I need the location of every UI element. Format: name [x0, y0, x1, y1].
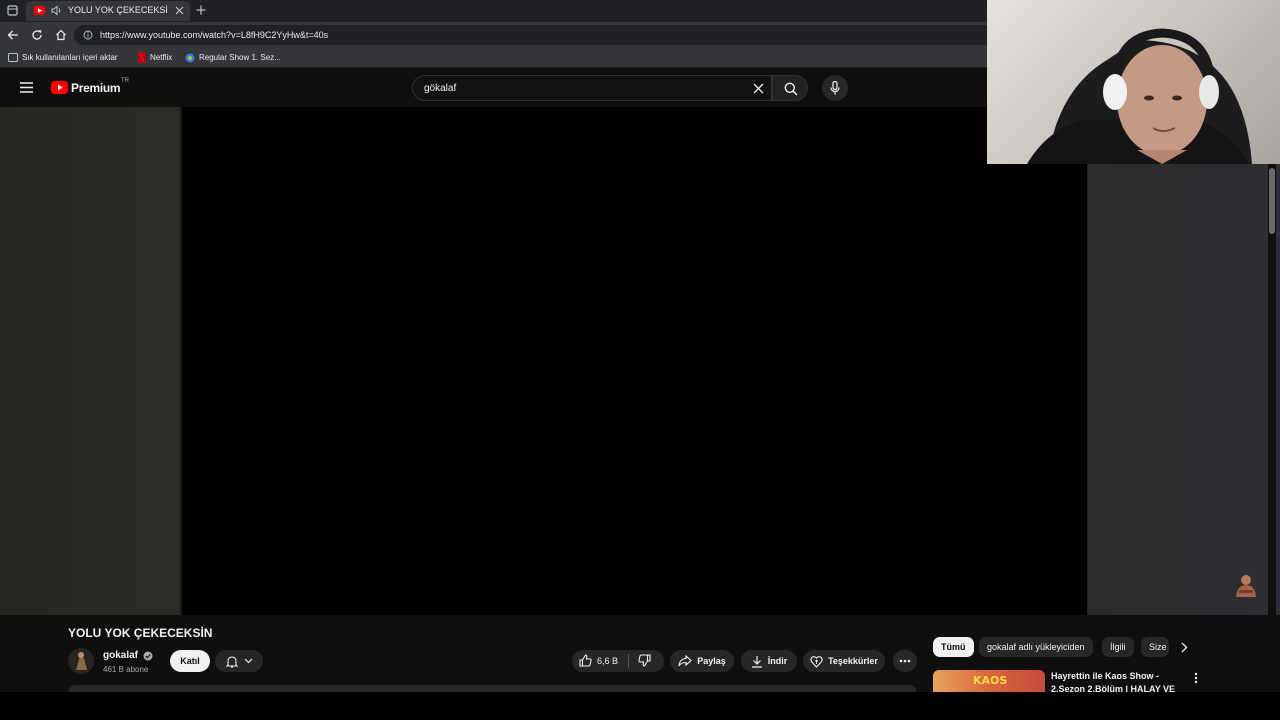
youtube-premium-logo[interactable]: Premium TR	[51, 78, 133, 98]
url-bar[interactable]: https://www.youtube.com/watch?v=L8fH9C2Y…	[74, 25, 1014, 45]
browser-tab-active[interactable]: YOLU YOK ÇEKECEKSİN - Yo	[26, 1, 190, 21]
filter-chip-label: Size	[1149, 642, 1167, 652]
back-icon[interactable]	[7, 29, 19, 41]
netflix-icon	[138, 52, 146, 63]
subscriber-count: 461 B abone	[103, 665, 149, 674]
notification-bell-button[interactable]	[215, 650, 263, 672]
audio-playing-icon[interactable]	[51, 5, 63, 16]
filter-chip-label: gokalaf adlı yükleyiciden	[987, 642, 1085, 652]
like-button[interactable]: 6,6 B	[579, 654, 618, 667]
like-dislike-group: 6,6 B	[572, 650, 664, 672]
url-text: https://www.youtube.com/watch?v=L8fH9C2Y…	[100, 30, 329, 40]
channel-name[interactable]: gokalaf	[103, 650, 138, 661]
filter-chip-related[interactable]: İlgili	[1102, 637, 1134, 657]
home-icon[interactable]	[55, 29, 67, 41]
youtube-logo-icon	[51, 81, 68, 94]
tab-title: YOLU YOK ÇEKECEKSİN - Yo	[68, 5, 168, 15]
download-label: İndir	[767, 656, 788, 666]
chevron-down-icon	[244, 658, 253, 664]
filter-chip-for-you[interactable]: Size	[1141, 637, 1169, 657]
thanks-button[interactable]: Teşekkürler	[803, 650, 885, 672]
channel-avatar[interactable]	[68, 648, 94, 674]
more-actions-button[interactable]	[893, 650, 917, 672]
filter-chip-label: Tümü	[941, 642, 966, 652]
thumbs-down-icon	[638, 654, 651, 667]
share-label: Paylaş	[697, 656, 726, 666]
like-divider	[628, 654, 629, 668]
filter-chip-all[interactable]: Tümü	[933, 637, 974, 657]
verified-icon	[143, 651, 153, 661]
dislike-button[interactable]	[638, 654, 651, 667]
reload-icon[interactable]	[31, 29, 43, 41]
like-count: 6,6 B	[597, 655, 619, 666]
share-button[interactable]: Paylaş	[670, 650, 734, 672]
join-button[interactable]: Katıl	[170, 650, 210, 672]
bookmark-netflix[interactable]: Netflix	[150, 53, 172, 62]
download-icon	[751, 655, 763, 668]
download-button[interactable]: İndir	[741, 650, 797, 672]
page-scrollbar[interactable]	[1268, 164, 1276, 689]
recommendation-thumbnail[interactable]: KAOS	[933, 670, 1045, 692]
video-player[interactable]	[183, 107, 1087, 615]
new-tab-icon[interactable]	[196, 5, 206, 15]
more-vertical-icon[interactable]	[1194, 672, 1198, 684]
thumbnail-text: KAOS	[973, 674, 1008, 687]
thanks-heart-icon	[810, 655, 823, 668]
search-input[interactable]: gökalaf	[424, 83, 456, 94]
filter-chip-label: İlgili	[1110, 642, 1126, 652]
bottom-bar	[0, 692, 1280, 720]
more-horizontal-icon	[899, 659, 911, 663]
microphone-icon	[830, 81, 840, 95]
clear-search-icon[interactable]	[753, 83, 764, 94]
share-icon	[678, 655, 693, 667]
tab-actions-icon[interactable]	[7, 5, 18, 16]
scrollbar-thumb[interactable]	[1269, 168, 1275, 234]
import-bookmarks-icon	[8, 53, 18, 62]
recommendation-item[interactable]: KAOS Hayrettin ile Kaos Show - 2.Sezon 2…	[933, 670, 1201, 692]
thanks-label: Teşekkürler	[828, 656, 878, 666]
voice-search-button[interactable]	[822, 75, 848, 101]
join-label: Katıl	[180, 656, 200, 666]
chevron-right-icon[interactable]	[1180, 642, 1188, 653]
search-button[interactable]	[772, 75, 808, 101]
recommendation-title-line1: Hayrettin ile Kaos Show -	[1051, 671, 1160, 681]
search-icon	[784, 82, 798, 96]
floating-avatar-icon[interactable]	[1234, 573, 1258, 599]
thumbs-up-icon	[579, 654, 592, 667]
youtube-favicon-icon	[34, 6, 45, 15]
logo-text: Premium	[71, 81, 121, 95]
webcam-overlay	[987, 0, 1280, 164]
bookmark-import[interactable]: Sık kullanılanları içeri aktar	[22, 53, 118, 62]
logo-region: TR	[121, 78, 129, 84]
menu-icon[interactable]	[20, 82, 33, 93]
recommendation-title-line2: 2.Sezon 2.Bölüm | HALAY VE	[1051, 684, 1176, 692]
bell-icon	[225, 655, 238, 668]
streamer-figure	[1027, 28, 1252, 164]
filter-chip-uploader[interactable]: gokalaf adlı yükleyiciden	[979, 637, 1093, 657]
site-info-icon[interactable]	[83, 30, 93, 40]
search-box[interactable]: gökalaf	[412, 75, 772, 101]
bookmark-regular-show[interactable]: Regular Show 1. Sez...	[199, 53, 281, 62]
video-title: YOLU YOK ÇEKECEKSİN	[68, 626, 213, 640]
regular-show-favicon-icon	[185, 53, 195, 63]
tab-close-icon[interactable]	[175, 6, 184, 15]
